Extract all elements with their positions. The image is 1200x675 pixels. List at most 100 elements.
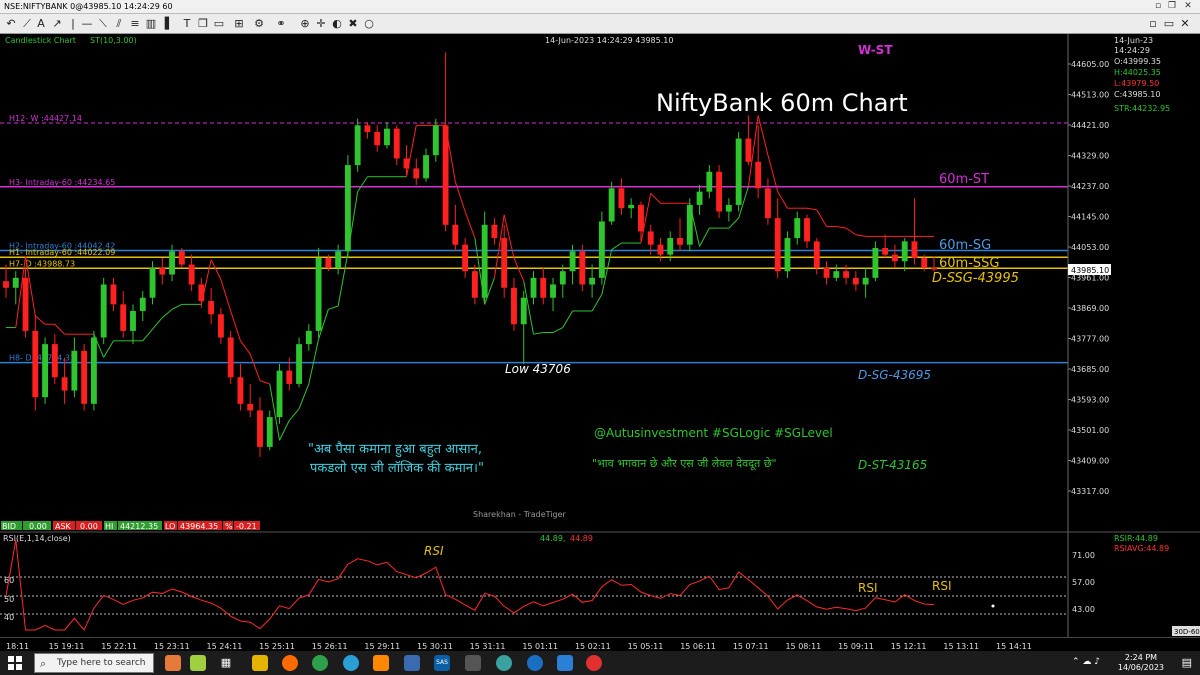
- app-icon-colors[interactable]: [190, 655, 206, 671]
- candle-body[interactable]: [511, 287, 517, 325]
- candle-body[interactable]: [813, 241, 820, 268]
- candle-body[interactable]: [51, 344, 58, 378]
- candle-body[interactable]: [61, 377, 68, 391]
- app-icon-paint[interactable]: [165, 655, 181, 671]
- restore-icon[interactable]: ❐: [1166, 1, 1178, 12]
- candle-body[interactable]: [530, 277, 537, 298]
- candle-body[interactable]: [120, 304, 127, 331]
- trend-line-icon[interactable]: ⟍: [96, 17, 110, 31]
- candle-body[interactable]: [911, 241, 918, 258]
- zoom-in-icon[interactable]: ⊕: [298, 17, 312, 31]
- candle-body[interactable]: [696, 191, 703, 205]
- channel-icon[interactable]: ⫽: [112, 17, 126, 31]
- edge-icon[interactable]: [527, 655, 543, 671]
- text-tool-icon[interactable]: A: [34, 17, 48, 31]
- candle-body[interactable]: [22, 277, 29, 331]
- candle-body[interactable]: [686, 204, 693, 245]
- system-clock[interactable]: 2:24 PM 14/06/2023: [1118, 653, 1164, 673]
- candle-body[interactable]: [110, 284, 117, 305]
- window-restore-icon[interactable]: ▫: [1146, 17, 1160, 31]
- candle-body[interactable]: [765, 188, 771, 219]
- candle-body[interactable]: [442, 125, 449, 225]
- app-icon-window[interactable]: [557, 655, 573, 671]
- candle-body[interactable]: [325, 257, 332, 268]
- candle-body[interactable]: [139, 297, 146, 311]
- candle-body[interactable]: [423, 155, 429, 179]
- candle-body[interactable]: [374, 131, 381, 146]
- candle-body[interactable]: [227, 337, 234, 378]
- file-explorer-icon[interactable]: [252, 655, 268, 671]
- minimize-icon[interactable]: ▫: [1152, 1, 1164, 12]
- candle-body[interactable]: [247, 403, 254, 411]
- candle-body[interactable]: [462, 244, 469, 272]
- candle-body[interactable]: [501, 238, 508, 288]
- undo-icon[interactable]: ↶: [4, 17, 18, 31]
- candle-body[interactable]: [852, 277, 859, 285]
- candle-body[interactable]: [628, 204, 635, 209]
- candle-body[interactable]: [491, 224, 498, 239]
- candle-body[interactable]: [208, 301, 215, 315]
- candle-body[interactable]: [833, 271, 840, 278]
- candle-body[interactable]: [384, 128, 390, 146]
- candle-body[interactable]: [169, 251, 175, 275]
- candle-body[interactable]: [393, 128, 400, 159]
- candle-body[interactable]: [266, 417, 273, 447]
- system-tray-icons[interactable]: ⌃ ☁ ♪: [1072, 657, 1100, 667]
- candle-body[interactable]: [735, 138, 742, 205]
- candle-body[interactable]: [32, 330, 39, 398]
- candle-body[interactable]: [843, 271, 850, 278]
- candle-body[interactable]: [296, 344, 302, 384]
- app-icon-teal[interactable]: [496, 655, 512, 671]
- candle-body[interactable]: [559, 271, 566, 285]
- candle-body[interactable]: [716, 171, 723, 212]
- candle-body[interactable]: [823, 267, 830, 278]
- chrome-icon[interactable]: [312, 655, 328, 671]
- candle-body[interactable]: [42, 344, 49, 398]
- candle-body[interactable]: [804, 218, 810, 242]
- candle-body[interactable]: [598, 221, 605, 278]
- candle-body[interactable]: [794, 218, 801, 239]
- candle-body[interactable]: [188, 264, 195, 285]
- candle-body[interactable]: [237, 377, 244, 404]
- candle-body[interactable]: [618, 188, 625, 209]
- candle-body[interactable]: [901, 241, 908, 262]
- candle-body[interactable]: [891, 254, 898, 262]
- candle-body[interactable]: [335, 251, 342, 268]
- tradetiger-icon[interactable]: [586, 655, 602, 671]
- candle-body[interactable]: [344, 165, 351, 252]
- candle-body[interactable]: [81, 350, 88, 404]
- candle-body[interactable]: [784, 238, 791, 272]
- candle-body[interactable]: [403, 158, 410, 169]
- candle-body[interactable]: [471, 271, 478, 298]
- candle-body[interactable]: [872, 247, 879, 278]
- candle-body[interactable]: [657, 244, 664, 255]
- bar-chart-icon[interactable]: ▥: [144, 17, 158, 31]
- arrow-tool-icon[interactable]: ↗: [50, 17, 64, 31]
- candle-body[interactable]: [452, 224, 459, 245]
- candle-body[interactable]: [755, 161, 762, 189]
- notification-icon[interactable]: ▤: [1182, 656, 1192, 669]
- candle-body[interactable]: [481, 224, 488, 298]
- document-icon[interactable]: ▭: [212, 17, 226, 31]
- candle-body[interactable]: [550, 284, 556, 298]
- palette-icon[interactable]: ◐: [330, 17, 344, 31]
- firefox-icon[interactable]: [282, 655, 298, 671]
- candle-body[interactable]: [90, 337, 97, 404]
- candle-body[interactable]: [540, 277, 547, 298]
- vlc-icon[interactable]: [373, 655, 389, 671]
- windows-start-icon[interactable]: [8, 656, 22, 670]
- candle-body[interactable]: [100, 284, 107, 338]
- task-view-icon[interactable]: ▦: [218, 655, 234, 671]
- close-icon[interactable]: ✕: [1182, 1, 1194, 12]
- candle-body[interactable]: [217, 314, 224, 338]
- candle-body[interactable]: [178, 251, 185, 265]
- vertical-line-icon[interactable]: |: [66, 17, 80, 31]
- candle-body[interactable]: [198, 284, 205, 302]
- candle-body[interactable]: [882, 247, 889, 255]
- candle-body[interactable]: [71, 350, 78, 391]
- corner-badge[interactable]: 30D-60: [1174, 628, 1200, 636]
- candle-body[interactable]: [159, 267, 166, 275]
- line-tool-icon[interactable]: ⟋: [20, 17, 34, 31]
- candle-body[interactable]: [305, 330, 312, 345]
- candle-body[interactable]: [3, 281, 9, 288]
